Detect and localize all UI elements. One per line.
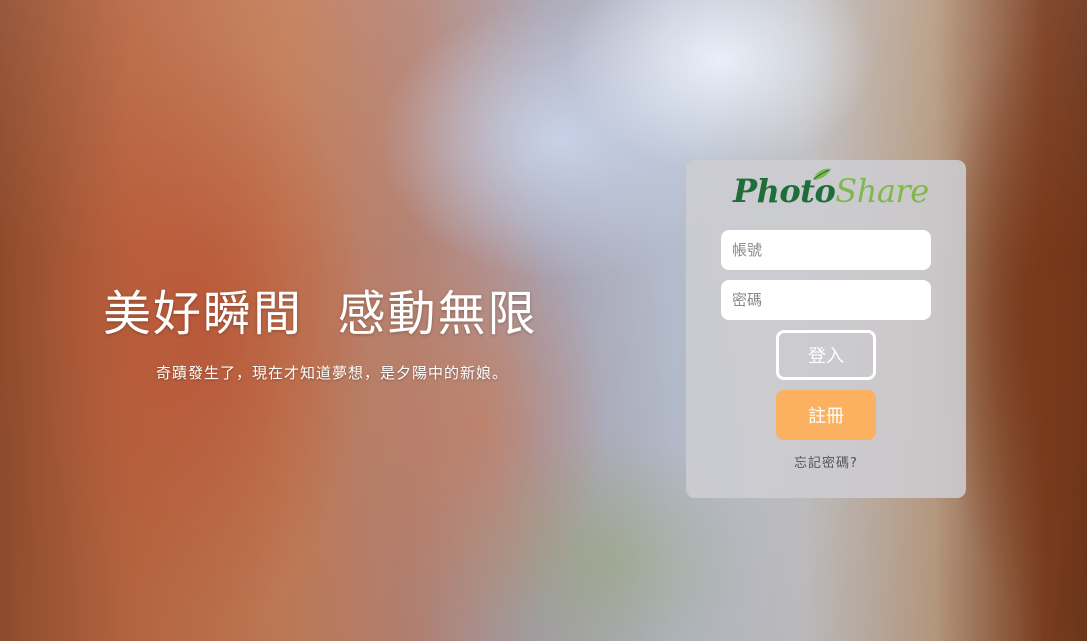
login-page: 美好瞬間 感動無限 奇蹟發生了，現在才知道夢想，是夕陽中的新娘。 PhotoSh…	[0, 0, 1087, 641]
photoshare-logo: PhotoShare	[733, 168, 929, 216]
login-button[interactable]: 登入	[776, 330, 876, 380]
logo-text-share: Share	[835, 172, 929, 210]
hero-subtitle: 奇蹟發生了，現在才知道夢想，是夕陽中的新娘。	[156, 364, 509, 382]
forgot-password-link[interactable]: 忘記密碼?	[686, 452, 966, 471]
register-button[interactable]: 註冊	[776, 390, 876, 440]
account-input[interactable]	[721, 230, 931, 270]
login-panel: PhotoShare 登入 註冊 忘記密碼?	[686, 160, 966, 498]
hero-title: 美好瞬間 感動無限	[103, 286, 538, 342]
leaf-icon	[813, 168, 831, 180]
password-input[interactable]	[721, 280, 931, 320]
